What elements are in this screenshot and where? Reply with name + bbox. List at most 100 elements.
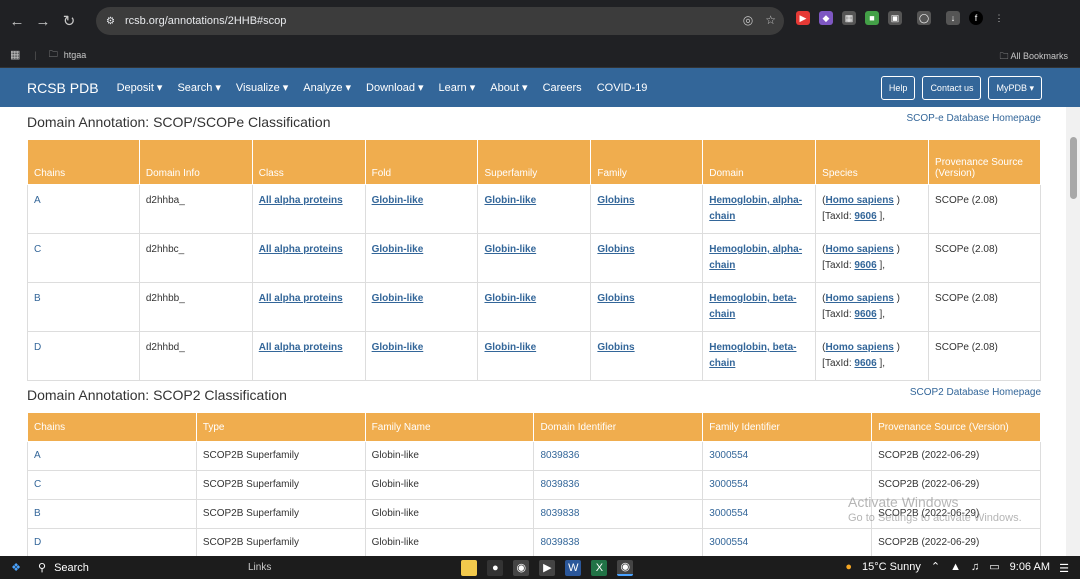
superfamily-link[interactable]: Globin-like <box>484 244 536 255</box>
fold-link[interactable]: Globin-like <box>372 195 424 206</box>
mypdb-button[interactable]: MyPDB ▾ <box>988 76 1042 100</box>
excel-icon[interactable]: X <box>591 559 608 576</box>
chain-link[interactable]: A <box>27 184 140 234</box>
nav-careers[interactable]: Careers <box>543 82 582 94</box>
site-info-icon[interactable]: ⚙ <box>106 16 115 27</box>
profile-avatar[interactable]: f <box>969 11 983 25</box>
family-id-link[interactable]: 3000554 <box>709 537 748 548</box>
domain-id-link[interactable]: 8039836 <box>540 479 579 490</box>
notifications-icon[interactable]: ☰ <box>1056 560 1072 576</box>
download-icon[interactable]: ↓ <box>946 11 960 25</box>
domain-link[interactable]: Hemoglobin, beta-chain <box>709 342 796 369</box>
chain-link[interactable]: A <box>34 450 41 461</box>
scrollbar-thumb[interactable] <box>1070 137 1077 199</box>
chain-link-text[interactable]: D <box>34 342 41 353</box>
class-link[interactable]: All alpha proteins <box>259 244 343 255</box>
fold-link[interactable]: Globin-like <box>372 244 424 255</box>
profile-sync-icon[interactable]: ◯ <box>917 11 931 25</box>
puzzle-extensions-icon[interactable]: ▣ <box>888 11 902 25</box>
weather-text[interactable]: 15°C Sunny <box>862 561 921 573</box>
page-scrollbar[interactable] <box>1066 107 1080 556</box>
back-icon[interactable]: ← <box>4 8 30 34</box>
word-icon[interactable]: W <box>565 559 582 576</box>
chain-link[interactable]: B <box>27 282 140 332</box>
family-link[interactable]: Globins <box>597 244 634 255</box>
superfamily-link[interactable]: Globin-like <box>484 195 536 206</box>
all-bookmarks[interactable]: 🗀 All Bookmarks <box>999 49 1068 65</box>
chain-link[interactable]: B <box>34 508 41 519</box>
camera-app-icon[interactable]: ● <box>487 559 504 576</box>
species-link[interactable]: Homo sapiens <box>826 342 894 353</box>
green-extension-icon[interactable]: ■ <box>865 11 879 25</box>
domain-id-link[interactable]: 8039838 <box>540 537 579 548</box>
class-link[interactable]: All alpha proteins <box>259 293 343 304</box>
reload-icon[interactable]: ↻ <box>56 8 82 34</box>
domain-link[interactable]: Hemoglobin, alpha-chain <box>709 244 802 271</box>
purple-extension-icon[interactable]: ◆ <box>819 11 833 25</box>
family-link[interactable]: Globins <box>597 195 634 206</box>
scop2-homepage-link[interactable]: SCOP2 Database Homepage <box>910 387 1041 398</box>
species-link[interactable]: Homo sapiens <box>826 244 894 255</box>
class-link[interactable]: All alpha proteins <box>259 342 343 353</box>
menu-dots-icon[interactable]: ⋮ <box>992 11 1006 25</box>
nav-search[interactable]: Search ▾ <box>177 81 220 94</box>
chain-link[interactable]: C <box>34 479 41 490</box>
forward-icon[interactable]: → <box>30 8 56 34</box>
tray-chevron-icon[interactable]: ⌃ <box>931 560 940 573</box>
nav-about[interactable]: About ▾ <box>490 81 527 94</box>
eye-off-icon[interactable]: ◎ <box>743 13 753 27</box>
help-button[interactable]: Help <box>880 76 916 100</box>
nav-covid[interactable]: COVID-19 <box>597 82 648 94</box>
taxid-link[interactable]: 9606 <box>854 358 876 369</box>
youtube-extension-icon[interactable]: ▶ <box>796 11 810 25</box>
domain-id-link[interactable]: 8039836 <box>540 450 579 461</box>
taxid-link[interactable]: 9606 <box>854 309 876 320</box>
taskbar-links[interactable]: Links <box>248 562 271 573</box>
chain-link-text[interactable]: B <box>34 293 41 304</box>
chain-link[interactable]: C <box>27 233 140 283</box>
domain-link[interactable]: Hemoglobin, beta-chain <box>709 293 796 320</box>
bookmark-folder-htgaa[interactable]: htgaa <box>64 50 87 60</box>
clock-time[interactable]: 9:06 AM <box>1010 561 1050 573</box>
taxid-link[interactable]: 9606 <box>854 260 876 271</box>
superfamily-link[interactable]: Globin-like <box>484 342 536 353</box>
chrome-icon[interactable]: ◉ <box>617 559 634 576</box>
domain-id-link[interactable]: 8039838 <box>540 508 579 519</box>
bookmark-star-icon[interactable]: ☆ <box>765 13 776 27</box>
file-explorer-icon[interactable] <box>461 559 478 576</box>
species-link[interactable]: Homo sapiens <box>826 195 894 206</box>
grid-extension-icon[interactable]: ▦ <box>842 11 856 25</box>
class-link[interactable]: All alpha proteins <box>259 195 343 206</box>
taskbar-search[interactable]: ⚲ Search <box>38 561 238 575</box>
media-player-icon[interactable]: ▶ <box>539 559 556 576</box>
chain-link-text[interactable]: C <box>34 244 41 255</box>
domain-link[interactable]: Hemoglobin, alpha-chain <box>709 195 802 222</box>
family-id-link[interactable]: 3000554 <box>709 450 748 461</box>
windows-start-icon[interactable]: ❖ <box>8 560 24 576</box>
fold-link[interactable]: Globin-like <box>372 342 424 353</box>
chain-link[interactable]: D <box>34 537 41 548</box>
shield-app-icon[interactable]: ◉ <box>513 559 530 576</box>
contact-button[interactable]: Contact us <box>922 76 982 100</box>
species-link[interactable]: Homo sapiens <box>826 293 894 304</box>
nav-download[interactable]: Download ▾ <box>366 81 424 94</box>
apps-grid-icon[interactable]: ▦ <box>10 48 20 61</box>
wifi-icon[interactable]: ▲ <box>950 561 961 573</box>
address-bar[interactable]: ⚙ rcsb.org/annotations/2HHB#scop ◎ ☆ <box>96 7 784 35</box>
nav-analyze[interactable]: Analyze ▾ <box>303 81 351 94</box>
nav-visualize[interactable]: Visualize ▾ <box>236 81 288 94</box>
chain-link-text[interactable]: A <box>34 195 41 206</box>
family-id-link[interactable]: 3000554 <box>709 479 748 490</box>
family-link[interactable]: Globins <box>597 342 634 353</box>
nav-learn[interactable]: Learn ▾ <box>439 81 476 94</box>
rcsb-brand[interactable]: RCSB PDB <box>27 80 99 96</box>
superfamily-link[interactable]: Globin-like <box>484 293 536 304</box>
chain-link[interactable]: D <box>27 331 140 381</box>
taxid-link[interactable]: 9606 <box>854 211 876 222</box>
volume-icon[interactable]: ♫ <box>971 561 979 573</box>
fold-link[interactable]: Globin-like <box>372 293 424 304</box>
nav-deposit[interactable]: Deposit ▾ <box>117 81 163 94</box>
scope-homepage-link[interactable]: SCOP-e Database Homepage <box>906 113 1041 124</box>
family-link[interactable]: Globins <box>597 293 634 304</box>
family-id-link[interactable]: 3000554 <box>709 508 748 519</box>
